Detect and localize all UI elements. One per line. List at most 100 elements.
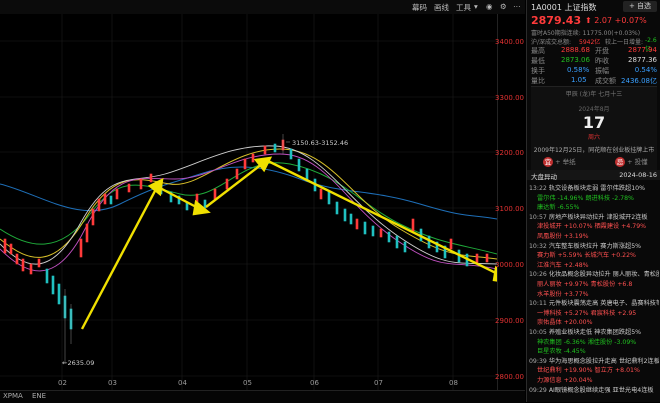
news-time: 10:05: [529, 329, 549, 336]
change-percent: +0.07%: [614, 16, 647, 25]
news-item[interactable]: 09:39 华为海思概念股拉升走高 世纪鼎利2连板: [529, 356, 659, 365]
label-amplitude: 振幅: [595, 67, 609, 75]
news-text: 巨星农牧 -4.45%: [537, 348, 586, 356]
news-time: 10:26: [529, 271, 549, 279]
news-stock-line[interactable]: 津投城开 +10.07% 栖霞建设 +4.79%: [529, 221, 659, 230]
news-text: 轨交设备板块走弱 雷尔伟跌超10%: [548, 185, 645, 192]
high-annotation: 3150.63-3152.46: [292, 139, 348, 147]
news-time: 10:32: [529, 242, 549, 250]
news-time: 09:39: [529, 357, 549, 365]
chart-toolbar: 幕码 画线 工具 ▾ ◉ ⚙ ⋯: [0, 0, 525, 14]
news-text: 崇佑晶体 +20.00%: [537, 319, 593, 327]
news-header-date: 2024-08-16: [619, 171, 657, 179]
label-prev-close: 昨收: [595, 57, 609, 65]
indicator-tabs: XPMA ENE: [0, 390, 525, 403]
chart-grid: [0, 14, 497, 390]
add-watchlist-button[interactable]: + 自选: [623, 1, 657, 12]
more-icon[interactable]: ⋯: [513, 2, 521, 11]
settings-icon[interactable]: ⚙: [500, 2, 507, 11]
turnover-total-label: 沪/深成交总额:: [531, 39, 572, 46]
person-icon[interactable]: ◉: [486, 2, 493, 11]
news-stock-line[interactable]: 雷尔伟 -14.96% 朗进科技 -2.78%: [529, 193, 659, 202]
news-item[interactable]: 10:11 元件板块震荡走高 英唐电子、晶赛科技等: [529, 298, 659, 307]
news-text: 康达新 -6.55%: [537, 204, 580, 212]
price-change: ⬆ 2.07 +0.07%: [585, 16, 647, 25]
tab-xpma[interactable]: XPMA: [3, 392, 23, 400]
news-text: 神农集团 -6.36% 湘佳股份 -3.09%: [537, 338, 637, 346]
news-item[interactable]: 10:26 化妆品概念股异动拉升 丽人丽妆、青松股份: [529, 269, 659, 278]
calendar-avoid-button[interactable]: 忌 + 投懂: [615, 156, 648, 167]
a50-futures-line: 富时A50期指连续: 11775.00(+0.03%): [531, 30, 641, 37]
value-amplitude: 0.54%: [634, 66, 657, 74]
quote-row-high: 最高 2888.68 开盘 2877.94: [531, 46, 657, 56]
candle-series: [3, 134, 489, 364]
news-item[interactable]: 13:22 轨交设备板块走弱 雷尔伟跌超10%: [529, 183, 659, 192]
low-annotation: ←2635.09: [62, 359, 94, 367]
calendar-day: 17: [582, 113, 606, 132]
value-amount: 2436.08亿: [621, 77, 657, 85]
label-amount: 成交额: [595, 77, 616, 85]
news-item[interactable]: 10:57 房地产板块异动拉升 津投城开2连板: [529, 212, 659, 221]
news-time: 10:11: [529, 300, 549, 308]
last-price: 2879.43: [531, 14, 582, 27]
y-tick: 2900.00: [495, 317, 524, 325]
news-item[interactable]: 10:32 汽车整车板块拉升 赛力斯涨超5%: [529, 241, 659, 250]
toolbar-tools-dropdown[interactable]: ▾: [474, 2, 478, 11]
news-item[interactable]: 10:05 养殖业板块走低 神农集团跌超5%: [529, 327, 659, 336]
avoid-icon: 忌: [615, 157, 625, 167]
good-label: + 举纸: [555, 158, 576, 166]
news-stock-line[interactable]: 凤凰股份 +3.19%: [529, 231, 659, 240]
x-tick: 02: [58, 379, 67, 387]
news-text: 世纪鼎利 +19.90% 智立方 +8.01%: [537, 367, 640, 375]
news-stock-line[interactable]: 丽人丽妆 +9.97% 青松股份 +6.8: [529, 279, 659, 288]
quote-row-volume-ratio: 量比 1.05 成交额 2436.08亿: [531, 76, 657, 86]
turnover-total-value: 5942亿: [579, 39, 601, 46]
news-stock-line[interactable]: 水羊股份 +3.77%: [529, 289, 659, 298]
ma-green-line: [0, 162, 498, 255]
label-open: 开盘: [595, 47, 609, 55]
news-stock-line[interactable]: 力源信息 +20.04%: [529, 375, 659, 384]
news-item[interactable]: 09:29 AI眼镜概念股继续走强 亚世光电4连板: [529, 385, 659, 394]
news-text: 力源信息 +20.04%: [537, 377, 593, 384]
news-text: AI眼镜概念股继续走强 亚世光电4连板: [548, 386, 654, 394]
chart-canvas: 3150.63-3152.46 ←2635.09: [0, 14, 514, 390]
tab-ene[interactable]: ENE: [32, 392, 46, 400]
news-text: 赛力斯 +5.59% 长城汽车 +0.22%: [537, 252, 636, 260]
toolbar-draw-button[interactable]: 画线: [434, 2, 449, 13]
calendar-weekday: 周六: [587, 134, 600, 141]
x-tick: 08: [449, 379, 458, 387]
candlestick-chart[interactable]: 3150.63-3152.46 ←2635.09: [0, 14, 514, 390]
y-tick: 3300.00: [495, 94, 524, 102]
news-time: 10:57: [529, 213, 549, 221]
quote-panel: 1A0001 上证指数 + 自选 2879.43 ⬆ 2.07 +0.07% 富…: [526, 0, 660, 402]
news-text: 江淮汽车 +2.48%: [537, 261, 589, 269]
y-tick: 3200.00: [495, 149, 524, 157]
news-stock-line[interactable]: 江淮汽车 +2.48%: [529, 260, 659, 269]
news-time: 13:22: [529, 185, 549, 192]
toolbar-chip-button[interactable]: 幕码: [412, 2, 427, 13]
news-stock-line[interactable]: 巨星农牧 -4.45%: [529, 346, 659, 355]
stock-name: 上证指数: [564, 3, 597, 12]
ma-yellow-line: [0, 148, 498, 260]
news-text: 元件板块震荡走高 英唐电子、晶赛科技等: [548, 300, 659, 308]
news-stock-line[interactable]: 世纪鼎利 +19.90% 智立方 +8.01%: [529, 365, 659, 374]
trend-arrows: [80, 156, 514, 330]
calendar-good-button[interactable]: 宜 + 举纸: [543, 156, 576, 167]
news-stock-line[interactable]: 崇佑晶体 +20.00%: [529, 317, 659, 326]
news-stock-line[interactable]: 神农集团 -6.36% 湘佳股份 -3.09%: [529, 337, 659, 346]
value-low: 2873.06: [561, 56, 590, 64]
news-stock-line[interactable]: 一博科技 +5.27% 君宸科技 +2.95: [529, 308, 659, 317]
news-header-title: 大盘异动: [531, 173, 557, 181]
news-time: 09:29: [529, 386, 549, 394]
value-high: 2888.68: [561, 46, 590, 54]
stock-title: 1A0001 上证指数: [531, 2, 596, 13]
date-axis: 02 03 04 05 06 07 08: [0, 378, 497, 390]
news-stock-line[interactable]: 赛力斯 +5.59% 长城汽车 +0.22%: [529, 250, 659, 259]
x-tick: 04: [178, 379, 187, 387]
y-tick: 3100.00: [495, 205, 524, 213]
news-stock-line[interactable]: 康达新 -6.55%: [529, 202, 659, 211]
label-volume-ratio: 量比: [531, 77, 545, 85]
quote-row-turnover: 换手 0.58% 振幅 0.54%: [531, 66, 657, 76]
avoid-label: + 投懂: [627, 158, 648, 166]
toolbar-tools-button[interactable]: 工具: [456, 2, 471, 13]
